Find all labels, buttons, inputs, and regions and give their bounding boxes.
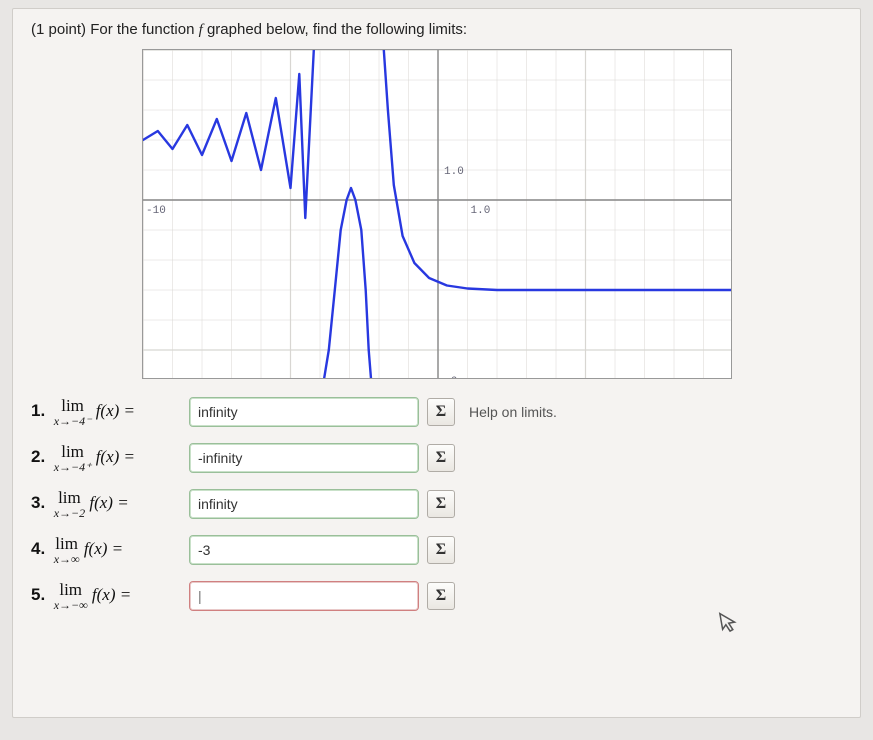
question-row: 4. limx→∞ f(x) = Σ: [31, 535, 842, 565]
answer-input[interactable]: [189, 443, 419, 473]
limit-expression: 3. limx→−2 f(x) =: [31, 489, 181, 519]
function-graph: -101.0101.0-6: [142, 49, 732, 379]
chart-container: -101.0101.0-6: [31, 49, 842, 379]
limit-expression: 5. limx→−∞ f(x) =: [31, 581, 181, 611]
sigma-button[interactable]: Σ: [427, 582, 455, 610]
sigma-button[interactable]: Σ: [427, 490, 455, 518]
sigma-button[interactable]: Σ: [427, 398, 455, 426]
answer-input[interactable]: [189, 397, 419, 427]
sigma-button[interactable]: Σ: [427, 444, 455, 472]
prompt-after: graphed below, find the following limits…: [203, 21, 467, 38]
svg-text:-10: -10: [146, 205, 166, 217]
points-label: (1 point): [31, 21, 86, 38]
sigma-button[interactable]: Σ: [427, 536, 455, 564]
limit-expression: 2. limx→−4⁺ f(x) =: [31, 443, 181, 473]
prompt-before: For the function: [90, 21, 198, 38]
svg-text:1.0: 1.0: [444, 166, 464, 178]
question-row: 2. limx→−4⁺ f(x) = Σ: [31, 443, 842, 473]
question-row: 1. limx→−4⁻ f(x) = Σ Help on limits.: [31, 397, 842, 427]
questions-list: 1. limx→−4⁻ f(x) = Σ Help on limits. 2. lim…: [31, 397, 842, 611]
answer-input[interactable]: [189, 581, 419, 611]
limit-expression: 4. limx→∞ f(x) =: [31, 535, 181, 565]
prompt-text: (1 point) For the function f graphed bel…: [31, 21, 842, 39]
answer-input[interactable]: [189, 535, 419, 565]
question-row: 5. limx→−∞ f(x) = Σ: [31, 581, 842, 611]
help-link[interactable]: Help on limits.: [469, 404, 557, 420]
limit-expression: 1. limx→−4⁻ f(x) =: [31, 397, 181, 427]
answer-input[interactable]: [189, 489, 419, 519]
question-row: 3. limx→−2 f(x) = Σ: [31, 489, 842, 519]
svg-text:-6: -6: [444, 376, 457, 379]
svg-text:1.0: 1.0: [470, 205, 490, 217]
